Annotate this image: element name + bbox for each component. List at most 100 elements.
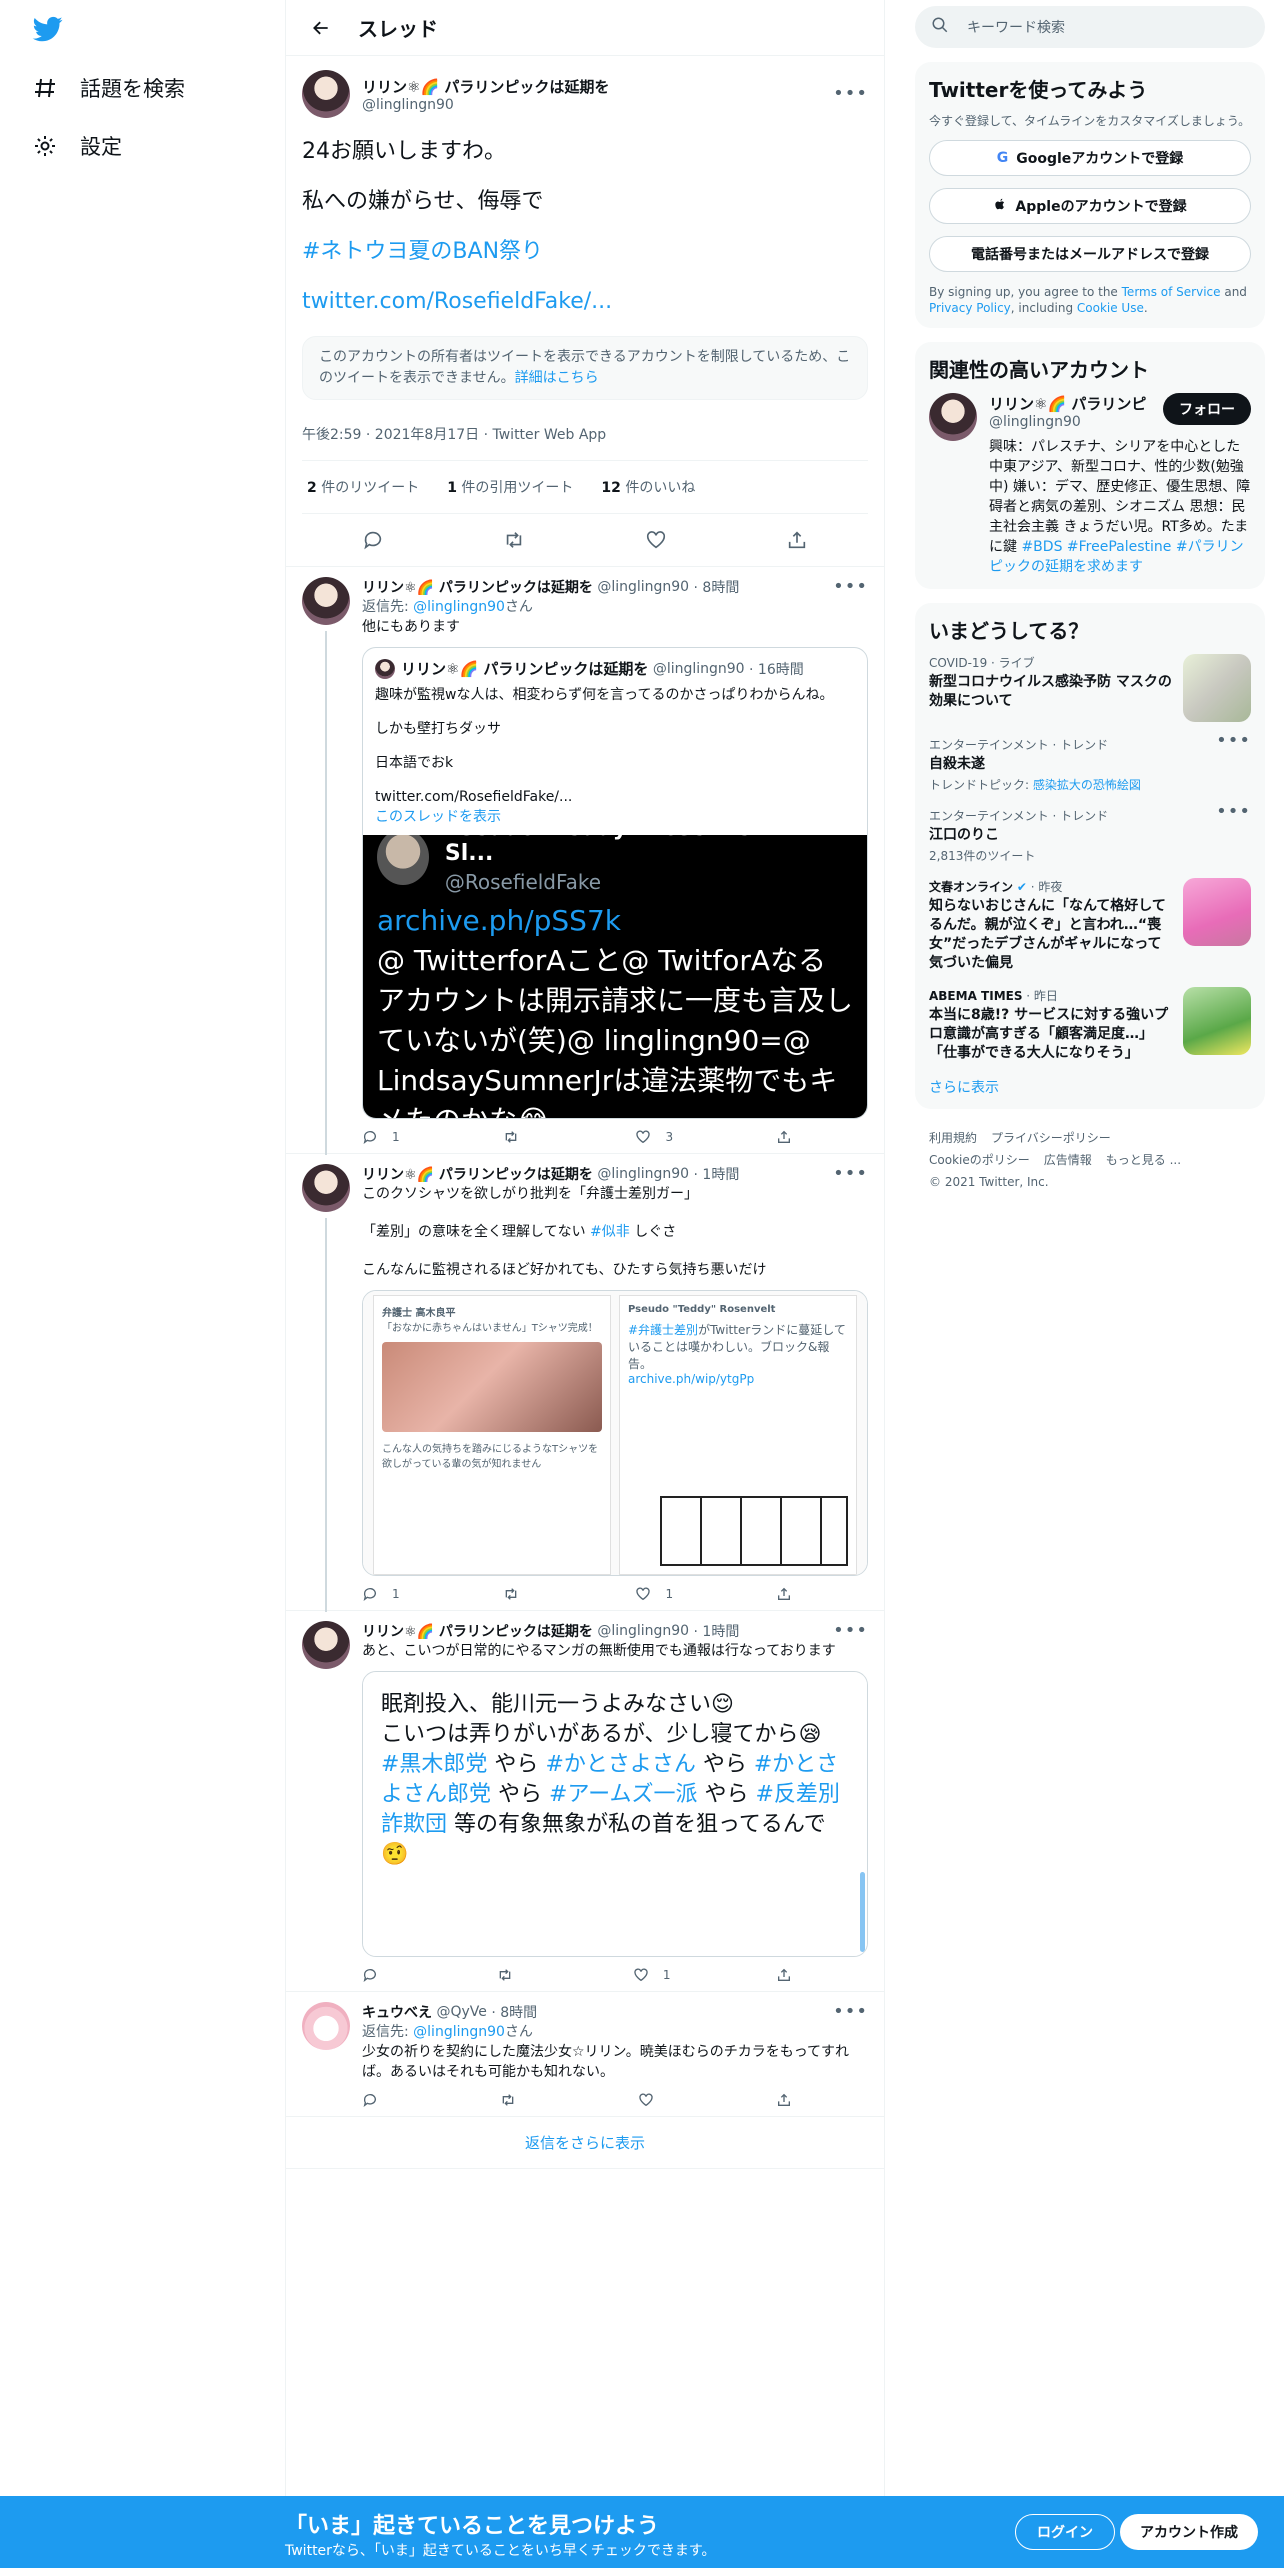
author-handle[interactable]: @linglingn90 [597,579,689,595]
trend-item[interactable]: COVID-19 · ライブ 新型コロナウイルス感染予防 マスクの効果について [929,654,1251,722]
related-account[interactable]: リリン⚛🌈 パラリンピ @linglingn90 フォロー [929,393,1251,441]
reply-icon[interactable] [362,529,384,551]
avatar[interactable] [302,577,350,625]
account-name[interactable]: リリン⚛🌈 パラリンピ [989,393,1146,414]
hashtag-link[interactable]: #似非 [590,1224,630,1240]
back-arrow-icon[interactable] [304,11,338,45]
author-handle[interactable]: @linglingn90 [362,97,833,113]
author-handle[interactable]: @linglingn90 [597,1166,689,1182]
retweet-icon[interactable] [497,1967,527,1983]
more-options-icon[interactable]: ••• [1216,803,1251,864]
quoted-media-image[interactable]: Pseudo "Teddy" Rosenvelt Anti-Sl... @Rose… [363,835,867,1118]
reply-tweet[interactable]: リリン⚛🌈 パラリンピックは延期を @linglingn90 · 1時間 •••… [286,1611,884,1992]
signup-button[interactable]: アカウント作成 [1120,2514,1258,2550]
hashtag-link[interactable]: #BDS [1021,539,1062,555]
more-options-icon[interactable]: ••• [833,85,868,103]
trend-item[interactable]: 文春オンライン ✔ · 昨夜 知らないおじさんに「なんて格好してるんだ。親が泣くぞ… [929,878,1251,973]
tweet-url-link[interactable]: twitter.com/RosefieldFake/... [302,289,612,314]
likes-stat[interactable]: 12 件のいいね [601,477,695,497]
retweet-icon[interactable] [503,1129,533,1145]
login-button[interactable]: ログイン [1015,2514,1115,2550]
retweet-icon[interactable] [503,529,525,551]
footer-ads-link[interactable]: 広告情報 [1044,1153,1092,1167]
media-image[interactable]: 弁護士 高木良平 「おなかに赤ちゃんはいません」Tシャツ完成！ こんな人の気持ち… [362,1290,868,1576]
author-display-name[interactable]: リリン⚛🌈 パラリンピックは延期を [362,1621,593,1641]
quoted-tweet[interactable]: リリン⚛🌈 パラリンピックは延期を @linglingn90 · 16時間 趣味… [362,647,868,1119]
more-options-icon[interactable]: ••• [833,2003,868,2021]
trend-item[interactable]: エンターテインメント · トレンド 江口のりこ 2,813件のツイート ••• [929,803,1251,864]
tweet-time[interactable]: · 1時間 [694,1164,740,1184]
search-input[interactable]: キーワード検索 [915,6,1265,48]
avatar[interactable] [302,1621,350,1669]
terms-link[interactable]: Terms of Service [1122,285,1221,299]
media-image[interactable]: 眠剤投入、能川元一うよみなさい😌 こいつは弄りがいがあるが、少し寝てから😪 #黒… [362,1671,868,1957]
privacy-link[interactable]: Privacy Policy [929,301,1011,315]
cookie-link[interactable]: Cookie Use [1077,301,1144,315]
footer-cookie-link[interactable]: Cookieのポリシー [929,1153,1030,1167]
show-more-replies-button[interactable]: 返信をさらに表示 [286,2117,884,2169]
trend-item[interactable]: エンターテインメント · トレンド 自殺未遂 トレンドトピック: 感染拡大の恐怖絵図… [929,732,1251,793]
hashtag-link[interactable]: #FreePalestine [1067,539,1172,555]
author-handle[interactable]: @QyVe [436,2004,486,2020]
more-options-icon[interactable]: ••• [833,578,868,596]
verified-icon: ✔ [1016,880,1027,894]
author-display-name[interactable]: リリン⚛🌈 パラリンピックは延期を [362,1164,593,1184]
reply-icon[interactable]: 1 [362,1586,400,1602]
reply-tweet[interactable]: キュウべえ @QyVe · 8時間 ••• 返信先: @linglingn90さ… [286,1992,884,2117]
tweet-time[interactable]: · 1時間 [694,1621,740,1641]
like-icon[interactable]: 3 [635,1129,673,1145]
author-display-name[interactable]: キュウべえ [362,2002,432,2022]
google-signup-button[interactable]: G Googleアカウントで登録 [929,140,1251,176]
footer-terms-link[interactable]: 利用規約 [929,1131,977,1145]
nav-explore[interactable]: 話題を検索 [30,68,185,108]
show-thread-link[interactable]: このスレッドを表示 [375,809,501,825]
quotes-stat[interactable]: 1 件の引用ツイート [447,477,573,497]
author-display-name[interactable]: リリン⚛🌈 パラリンピックは延期を [362,577,593,597]
reply-tweet[interactable]: リリン⚛🌈 パラリンピックは延期を @linglingn90 · 1時間 •••… [286,1154,884,1612]
avatar[interactable] [302,70,350,118]
share-icon[interactable] [776,1967,792,1983]
twitter-logo-icon[interactable] [30,14,66,44]
footer-more-link[interactable]: もっと見る ... [1106,1153,1181,1167]
like-icon[interactable] [645,529,667,551]
author-handle[interactable]: @linglingn90 [597,1623,689,1639]
reply-to-link[interactable]: @linglingn90 [413,2024,505,2040]
apple-signup-button[interactable]: Appleのアカウントで登録 [929,188,1251,224]
tweet-timestamp[interactable]: 午後2:59 · 2021年8月17日 · Twitter Web App [302,408,868,461]
account-handle[interactable]: @linglingn90 [989,414,1146,430]
learn-more-link[interactable]: 詳細はこちら [515,370,599,386]
like-icon[interactable]: 1 [633,1967,671,1983]
like-count: 1 [665,1587,674,1601]
reply-icon[interactable] [362,1967,392,1983]
retweet-icon[interactable] [500,2092,516,2108]
show-more-trends-link[interactable]: さらに表示 [929,1080,999,1096]
more-options-icon[interactable]: ••• [1216,732,1251,793]
tweet-time[interactable]: · 8時間 [491,2002,537,2022]
footer-privacy-link[interactable]: プライバシーポリシー [991,1131,1111,1145]
share-icon[interactable] [776,1586,792,1602]
trend-item[interactable]: ABEMA TIMES · 昨日 本当に8歳!? サービスに対する強いプロ意識が高… [929,987,1251,1063]
like-icon[interactable]: 1 [635,1586,673,1602]
retweets-stat[interactable]: 2 件のリツイート [307,477,419,497]
avatar[interactable] [302,2002,350,2050]
share-icon[interactable] [776,2092,792,2108]
trend-topic-link[interactable]: 感染拡大の恐怖絵図 [1033,778,1141,792]
more-options-icon[interactable]: ••• [833,1165,868,1183]
reply-tweet[interactable]: リリン⚛🌈 パラリンピックは延期を @linglingn90 · 8時間 •••… [286,567,884,1155]
reply-to-link[interactable]: @linglingn90 [413,599,505,615]
nav-settings[interactable]: 設定 [30,126,122,166]
follow-button[interactable]: フォロー [1163,393,1251,425]
share-icon[interactable] [786,529,808,551]
tweet-time[interactable]: · 8時間 [694,577,740,597]
like-icon[interactable] [638,2092,654,2108]
reply-icon[interactable]: 1 [362,1129,400,1145]
hashtag-link[interactable]: #ネトウヨ夏のBAN祭り [302,239,543,264]
avatar[interactable] [302,1164,350,1212]
reply-icon[interactable] [362,2092,378,2108]
share-icon[interactable] [776,1129,792,1145]
avatar[interactable] [929,393,977,441]
author-display-name[interactable]: リリン⚛🌈 パラリンピックは延期を [362,76,833,97]
more-options-icon[interactable]: ••• [833,1622,868,1640]
retweet-icon[interactable] [503,1586,533,1602]
phone-signup-button[interactable]: 電話番号またはメールアドレスで登録 [929,236,1251,272]
